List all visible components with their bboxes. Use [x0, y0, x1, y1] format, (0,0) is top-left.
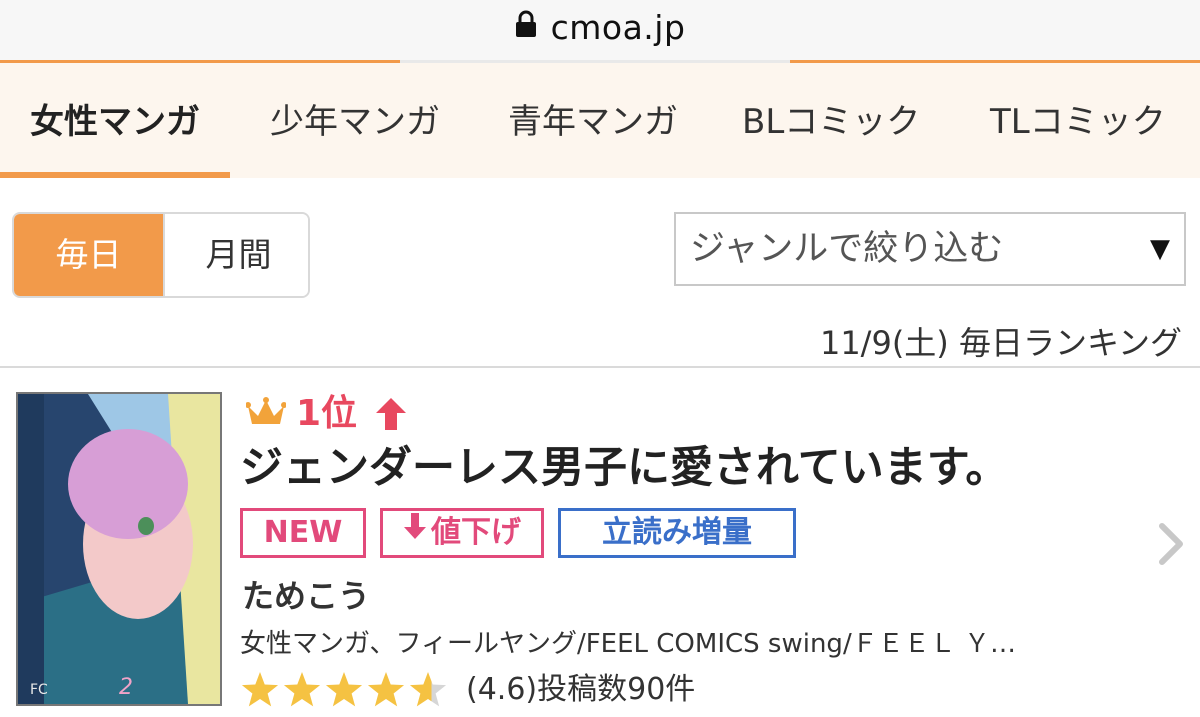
active-tab-indicator	[0, 172, 230, 178]
browser-url-bar[interactable]: cmoa.jp	[0, 0, 1200, 63]
tab-label: 青年マンガ	[508, 102, 678, 142]
genre-filter-select[interactable]: ジャンルで絞り込む ▼	[674, 212, 1186, 286]
new-badge: NEW	[240, 508, 366, 558]
lock-icon	[515, 7, 537, 47]
rating-summary: (4.6)投稿数90件	[466, 672, 696, 707]
svg-text:2: 2	[119, 675, 133, 700]
tab-label: 少年マンガ	[270, 102, 440, 142]
tab-shonen-manga[interactable]: 少年マンガ	[270, 63, 440, 178]
star-icon	[367, 672, 405, 707]
crown-icon	[245, 396, 287, 432]
book-title[interactable]: ジェンダーレス男子に愛されています。	[240, 440, 1008, 496]
star-icon	[241, 672, 279, 707]
chevron-right-icon[interactable]	[1156, 522, 1186, 570]
down-arrow-icon	[403, 510, 427, 554]
star-rating	[240, 670, 460, 710]
period-toggle: 毎日 月間	[12, 212, 310, 298]
rank-number: 1位	[296, 393, 358, 434]
tab-tl-comic[interactable]: TLコミック	[990, 63, 1166, 178]
star-icon	[283, 672, 321, 707]
divider	[0, 366, 1200, 368]
tab-label: 女性マンガ	[30, 102, 200, 142]
tab-josei-manga[interactable]: 女性マンガ	[0, 63, 230, 178]
tab-seinen-manga[interactable]: 青年マンガ	[508, 63, 678, 178]
rank-up-arrow-icon	[374, 396, 408, 436]
star-icon	[325, 672, 363, 707]
dropdown-arrow-icon: ▼	[1150, 234, 1170, 264]
monthly-button[interactable]: 月間	[163, 214, 308, 296]
book-cover-image[interactable]: 2 FC	[16, 392, 222, 706]
url-domain: cmoa.jp	[550, 8, 686, 47]
price-down-label: 値下げ	[431, 515, 521, 550]
ranking-date-header: 11/9(土) 毎日ランキング	[819, 324, 1182, 362]
price-down-badge: 値下げ	[380, 508, 544, 558]
genre-list: 女性マンガ、フィールヤング/FEEL COMICS swing/ＦＥＥＬ Ｙ…	[240, 629, 1016, 659]
tab-label: TLコミック	[990, 102, 1166, 142]
trial-reading-badge: 立読み増量	[558, 508, 796, 558]
author-name[interactable]: ためこう	[242, 576, 370, 616]
daily-button[interactable]: 毎日	[14, 214, 163, 296]
tab-bl-comic[interactable]: BLコミック	[742, 63, 920, 178]
category-tabs: 女性マンガ 少年マンガ 青年マンガ BLコミック TLコミック	[0, 63, 1200, 178]
svg-text:FC: FC	[30, 682, 48, 698]
genre-filter-label: ジャンルで絞り込む	[690, 229, 1004, 269]
tab-label: BLコミック	[742, 102, 921, 142]
star-icon	[409, 672, 447, 707]
